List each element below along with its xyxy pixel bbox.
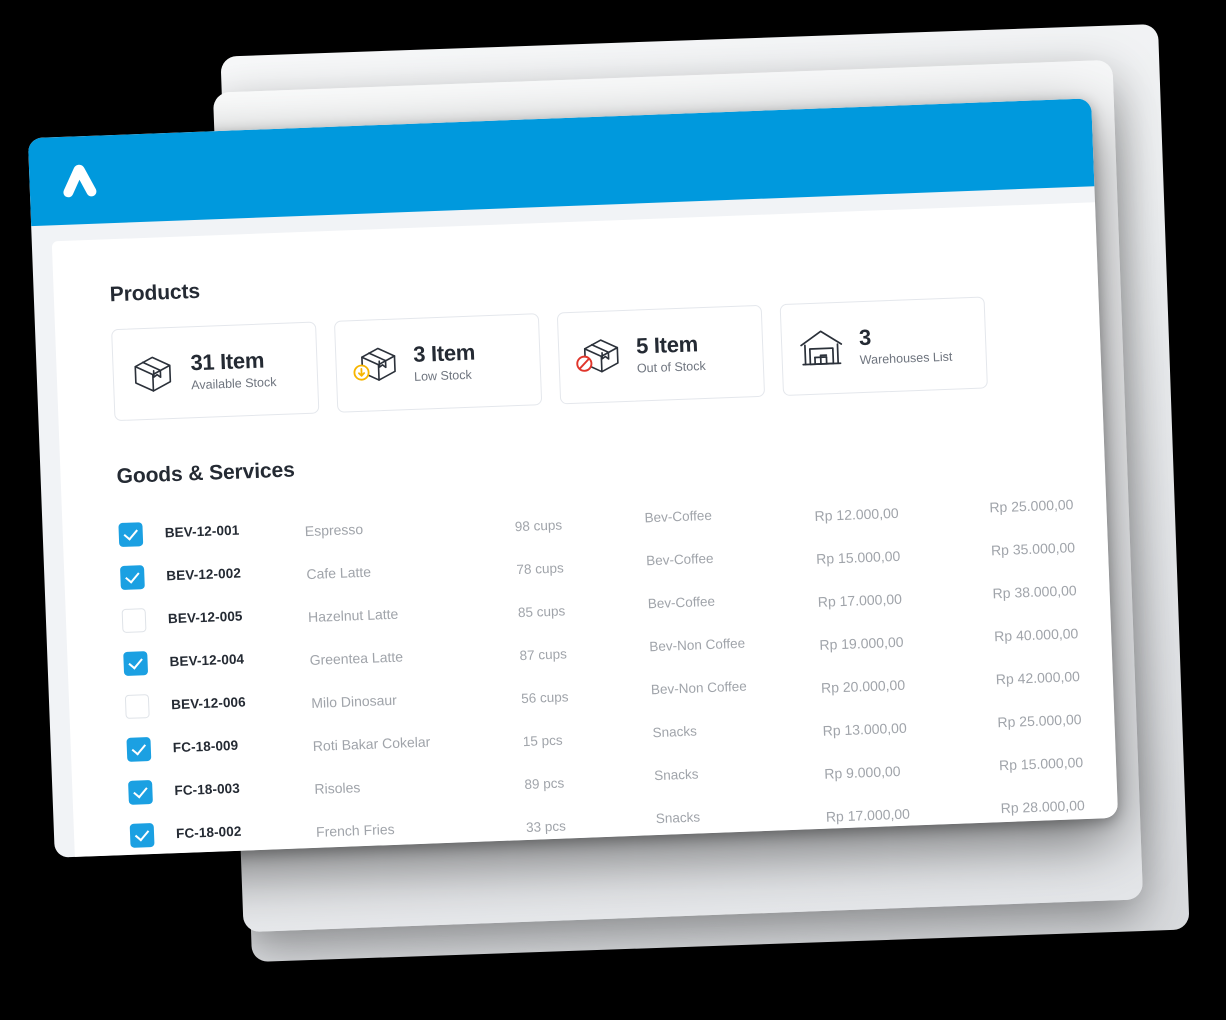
row-checkbox[interactable] bbox=[121, 607, 147, 633]
product-price: Rp 40.000,00 bbox=[993, 624, 1079, 644]
product-cost: Rp 13.000,00 bbox=[822, 719, 907, 739]
product-price: Rp 25.000,00 bbox=[989, 495, 1074, 515]
row-checkbox-cell bbox=[124, 693, 172, 719]
warehouse-icon bbox=[795, 325, 847, 373]
box-out-of-stock-icon bbox=[573, 333, 625, 381]
product-price: Rp 35.000,00 bbox=[990, 538, 1076, 558]
stat-label: Out of Stock bbox=[636, 358, 706, 376]
product-category: Bev-Non Coffee bbox=[649, 635, 746, 655]
product-quantity: 56 cups bbox=[520, 689, 569, 707]
stat-value: 3 Item bbox=[412, 340, 476, 368]
stat-card-low-stock[interactable]: 3 Item Low Stock bbox=[333, 313, 543, 413]
product-quantity: 15 pcs bbox=[522, 732, 563, 750]
row-checkbox-cell bbox=[118, 521, 165, 547]
product-category: Snacks bbox=[653, 766, 699, 784]
prohibited-circle-badge bbox=[576, 355, 593, 372]
product-price: Rp 28.000,00 bbox=[1000, 796, 1085, 816]
product-cost: Rp 17.000,00 bbox=[825, 805, 911, 825]
product-cost: Rp 9.000,00 bbox=[823, 762, 901, 782]
product-cost: Rp 12.000,00 bbox=[814, 504, 899, 524]
row-checkbox[interactable] bbox=[129, 822, 155, 848]
row-checkbox-cell bbox=[129, 822, 177, 848]
product-quantity: 98 cups bbox=[514, 517, 563, 535]
product-name: Espresso bbox=[304, 520, 364, 539]
row-checkbox-cell bbox=[119, 564, 167, 590]
product-quantity: 85 cups bbox=[517, 603, 566, 621]
row-checkbox-cell bbox=[123, 650, 170, 676]
stat-value: 3 bbox=[858, 325, 872, 351]
stat-value: 31 Item bbox=[189, 347, 265, 376]
content-panel: Products 31 Item Available Stock 3 Item … bbox=[51, 202, 1119, 857]
row-checkbox-cell bbox=[128, 779, 175, 805]
product-category: Snacks bbox=[655, 809, 701, 827]
row-checkbox[interactable] bbox=[119, 564, 145, 590]
row-checkbox-cell bbox=[121, 607, 169, 633]
box-icon bbox=[127, 350, 179, 398]
row-checkbox[interactable] bbox=[128, 779, 153, 805]
product-category: Snacks bbox=[652, 723, 698, 741]
stat-cards-row: 31 Item Available Stock 3 Item Low Stock… bbox=[111, 292, 1102, 422]
product-name: Hazelnut Latte bbox=[307, 605, 399, 625]
product-quantity: 33 pcs bbox=[525, 818, 567, 836]
arrow-down-circle-badge bbox=[353, 364, 370, 381]
product-cost: Rp 19.000,00 bbox=[819, 633, 904, 653]
product-quantity: 87 cups bbox=[519, 646, 568, 664]
stat-label: Available Stock bbox=[190, 374, 277, 392]
product-cost: Rp 15.000,00 bbox=[815, 547, 901, 567]
product-name: Milo Dinosaur bbox=[310, 691, 398, 711]
row-checkbox-cell bbox=[126, 736, 173, 762]
product-code: BEV-12-005 bbox=[167, 608, 243, 627]
goods-services-table: BEV-12-001 Espresso 98 cups Bev-Coffee Rp 12… bbox=[118, 476, 1118, 857]
product-category: Bev-Coffee bbox=[644, 507, 713, 526]
product-code: BEV-12-004 bbox=[169, 651, 245, 670]
goods-services-title: Goods & Services bbox=[116, 458, 296, 489]
product-category: Bev-Non Coffee bbox=[650, 678, 748, 698]
product-category: Bev-Coffee bbox=[645, 550, 714, 569]
product-name: Risoles bbox=[314, 778, 361, 797]
row-checkbox[interactable] bbox=[118, 521, 144, 547]
product-cost: Rp 20.000,00 bbox=[820, 676, 906, 696]
stat-label: Low Stock bbox=[413, 367, 472, 384]
product-name: Roti Bakar Cokelar bbox=[312, 733, 431, 754]
product-code: FC-18-003 bbox=[174, 780, 241, 799]
product-name: Greentea Latte bbox=[309, 648, 404, 668]
stat-card-out-of-stock[interactable]: 5 Item Out of Stock bbox=[556, 304, 766, 405]
row-checkbox[interactable] bbox=[126, 736, 152, 762]
row-checkbox[interactable] bbox=[124, 693, 150, 719]
app-titlebar bbox=[27, 98, 1095, 227]
stat-card-warehouses-list[interactable]: 3 Warehouses List bbox=[779, 296, 988, 397]
stat-label: Warehouses List bbox=[859, 349, 953, 367]
product-quantity: 89 pcs bbox=[524, 775, 565, 793]
product-name: Cafe Latte bbox=[306, 563, 372, 582]
product-price: Rp 15.000,00 bbox=[998, 753, 1084, 773]
product-code: BEV-12-001 bbox=[164, 522, 240, 541]
product-cost: Rp 17.000,00 bbox=[817, 590, 903, 610]
box-low-stock-icon bbox=[350, 341, 402, 389]
product-name: French Fries bbox=[315, 820, 395, 840]
app-window: Products 31 Item Available Stock 3 Item … bbox=[27, 98, 1119, 858]
row-checkbox[interactable] bbox=[123, 650, 149, 676]
stat-value: 5 Item bbox=[635, 331, 699, 359]
mockup-stage: Products 31 Item Available Stock 3 Item … bbox=[0, 0, 1226, 1020]
product-price: Rp 38.000,00 bbox=[992, 581, 1077, 601]
product-code: BEV-12-006 bbox=[170, 694, 246, 713]
chevron-logo-icon bbox=[57, 157, 103, 203]
product-code: FC-18-009 bbox=[172, 737, 239, 756]
product-quantity: 78 cups bbox=[516, 560, 564, 578]
product-code: FC-18-002 bbox=[175, 823, 242, 842]
product-price: Rp 25.000,00 bbox=[997, 710, 1082, 730]
product-code: BEV-12-002 bbox=[166, 565, 242, 584]
stat-card-available-stock[interactable]: 31 Item Available Stock bbox=[111, 321, 320, 422]
product-category: Bev-Coffee bbox=[647, 593, 716, 612]
product-price: Rp 42.000,00 bbox=[995, 667, 1081, 687]
